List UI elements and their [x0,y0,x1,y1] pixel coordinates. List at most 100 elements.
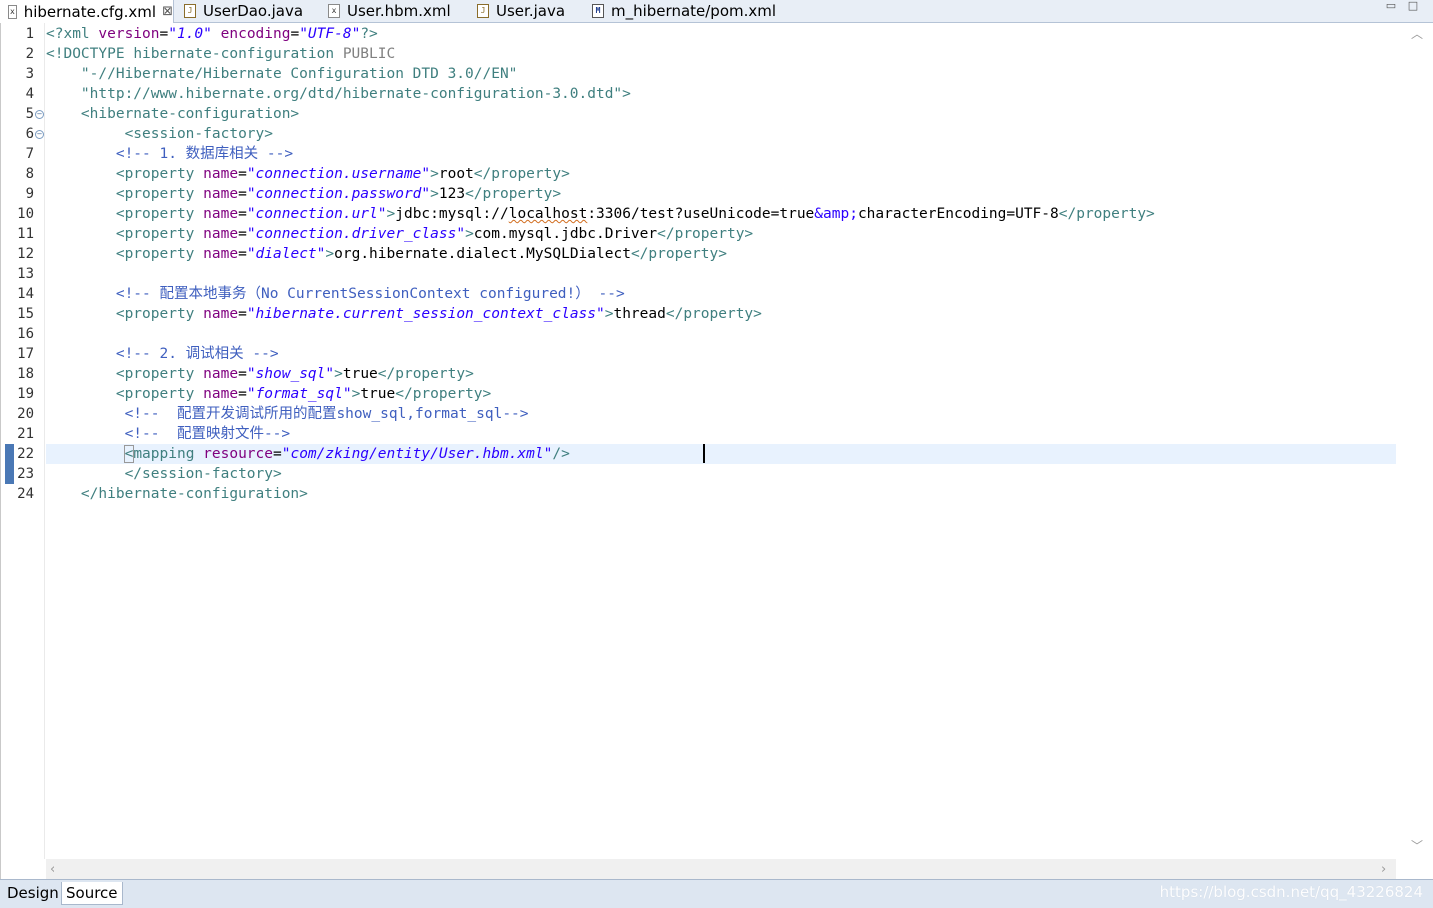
fold-toggle-icon[interactable]: − [35,130,44,139]
source-editor[interactable]: 1 2 3 4 5 − 6 − 7 8 9 10 11 12 13 14 15 … [0,23,1433,879]
xml-token: > [430,186,439,202]
horizontal-scrollbar[interactable]: ‹ › [46,859,1396,879]
code-line: <session-factory> [46,124,1396,144]
fold-toggle-icon[interactable]: − [35,110,44,119]
xml-comment: <!-- 配置开发调试所用的配置show_sql,format_sql--> [124,406,529,422]
code-line: <!-- 配置本地事务（No CurrentSessionContext con… [46,284,1396,304]
line-number: 4 [25,86,34,102]
xml-token: > [622,86,631,102]
xml-text: root [438,166,474,182]
code-area[interactable]: <?xml version="1.0" encoding="UTF-8"?> <… [46,23,1396,859]
xml-comment: <!-- 配置本地事务（No CurrentSessionContext con… [115,286,625,302]
code-line: </hibernate-configuration> [46,484,1396,504]
change-marker [5,464,14,484]
tab-label: m_hibernate/pom.xml [611,2,777,20]
line-number: 1 [25,26,34,42]
code-line: <property name="format_sql">true</proper… [46,384,1396,404]
xml-text: true [342,366,378,382]
tab-source[interactable]: Source [61,882,123,905]
xml-token: > [351,386,361,402]
line-number: 15 [17,306,34,322]
xml-token: <hibernate-configuration> [80,106,300,122]
xml-token: "connection.password" [246,186,431,202]
xml-token: /> [552,446,570,462]
xml-token: > [325,246,335,262]
scroll-down-icon[interactable]: ﹀ [1411,840,1423,852]
xml-token: = [238,246,247,262]
tab-pom-xml[interactable]: M m_hibernate/pom.xml [592,0,776,22]
code-line: <property name="connection.driver_class"… [46,224,1396,244]
xml-token: <property [115,306,204,322]
xml-token: <? [46,26,64,42]
xml-token: name [203,186,239,202]
line-number: 7 [25,146,34,162]
xml-file-icon: x [8,4,17,19]
line-number: 20 [17,406,34,422]
xml-text: com.mysql.jdbc.Driver [473,226,658,242]
line-number: 11 [17,226,34,242]
xml-token: "-//Hibernate/Hibernate Configuration DT… [80,66,518,82]
line-number: 17 [17,346,34,362]
xml-token: encoding [220,26,291,42]
xml-token: "hibernate.current_session_context_class… [246,306,605,322]
minimize-icon[interactable]: ▭ [1384,0,1398,14]
xml-token: <property [115,366,204,382]
tab-user-java[interactable]: J User.java [477,0,565,22]
scroll-right-icon[interactable]: › [1381,862,1386,877]
code-line: <property name="show_sql">true</property… [46,364,1396,384]
maximize-icon[interactable]: □ [1406,0,1420,14]
xml-token: "1.0" [168,26,212,42]
tab-label: User.hbm.xml [347,2,451,20]
xml-token: </property> [630,246,727,262]
close-icon[interactable]: ⊠ [162,4,173,19]
vertical-scrollbar[interactable]: ︿ ﹀ [1399,23,1433,859]
xml-text: thread [613,306,666,322]
scroll-up-icon[interactable]: ︿ [1411,28,1423,40]
xml-token: xml [63,26,99,42]
xml-token: = [238,226,247,242]
tab-design[interactable]: Design [3,882,63,904]
tab-hibernate-cfg-xml[interactable]: x hibernate.cfg.xml ⊠ [0,0,174,23]
code-line: </session-factory> [46,464,1396,484]
line-number: 19 [17,386,34,402]
line-number: 23 [17,466,34,482]
xml-token: name [203,226,239,242]
tab-label: hibernate.cfg.xml [23,2,157,21]
xml-token: = [159,26,169,42]
line-number: 14 [17,286,34,302]
xml-text: jdbc:mysql:// [395,206,509,222]
xml-token: = [273,446,282,462]
xml-token: = [238,166,247,182]
xml-token: = [238,386,247,402]
xml-token: PUBLIC [342,46,396,62]
tab-user-hbm-xml[interactable]: x User.hbm.xml [328,0,451,22]
editor-tab-bar: x hibernate.cfg.xml ⊠ J UserDao.java x U… [0,0,1433,23]
xml-token: <property [115,246,204,262]
tab-userdao-java[interactable]: J UserDao.java [184,0,303,22]
java-file-icon: J [184,4,196,18]
code-line: <!-- 1. 数据库相关 --> [46,144,1396,164]
xml-token: hibernate-configuration [133,46,343,62]
xml-token [212,26,221,42]
xml-token: </property> [1058,206,1155,222]
line-number-gutter: 1 2 3 4 5 − 6 − 7 8 9 10 11 12 13 14 15 … [16,23,45,859]
watermark: https://blog.csdn.net/qq_43226824 [1159,883,1423,901]
xml-text: :3306/test?useUnicode=true [587,206,815,222]
line-number: 24 [17,486,34,502]
line-number: 6 [25,126,34,142]
scroll-left-icon[interactable]: ‹ [50,862,55,877]
xml-token: "UTF-8" [299,26,361,42]
line-number: 18 [17,366,34,382]
